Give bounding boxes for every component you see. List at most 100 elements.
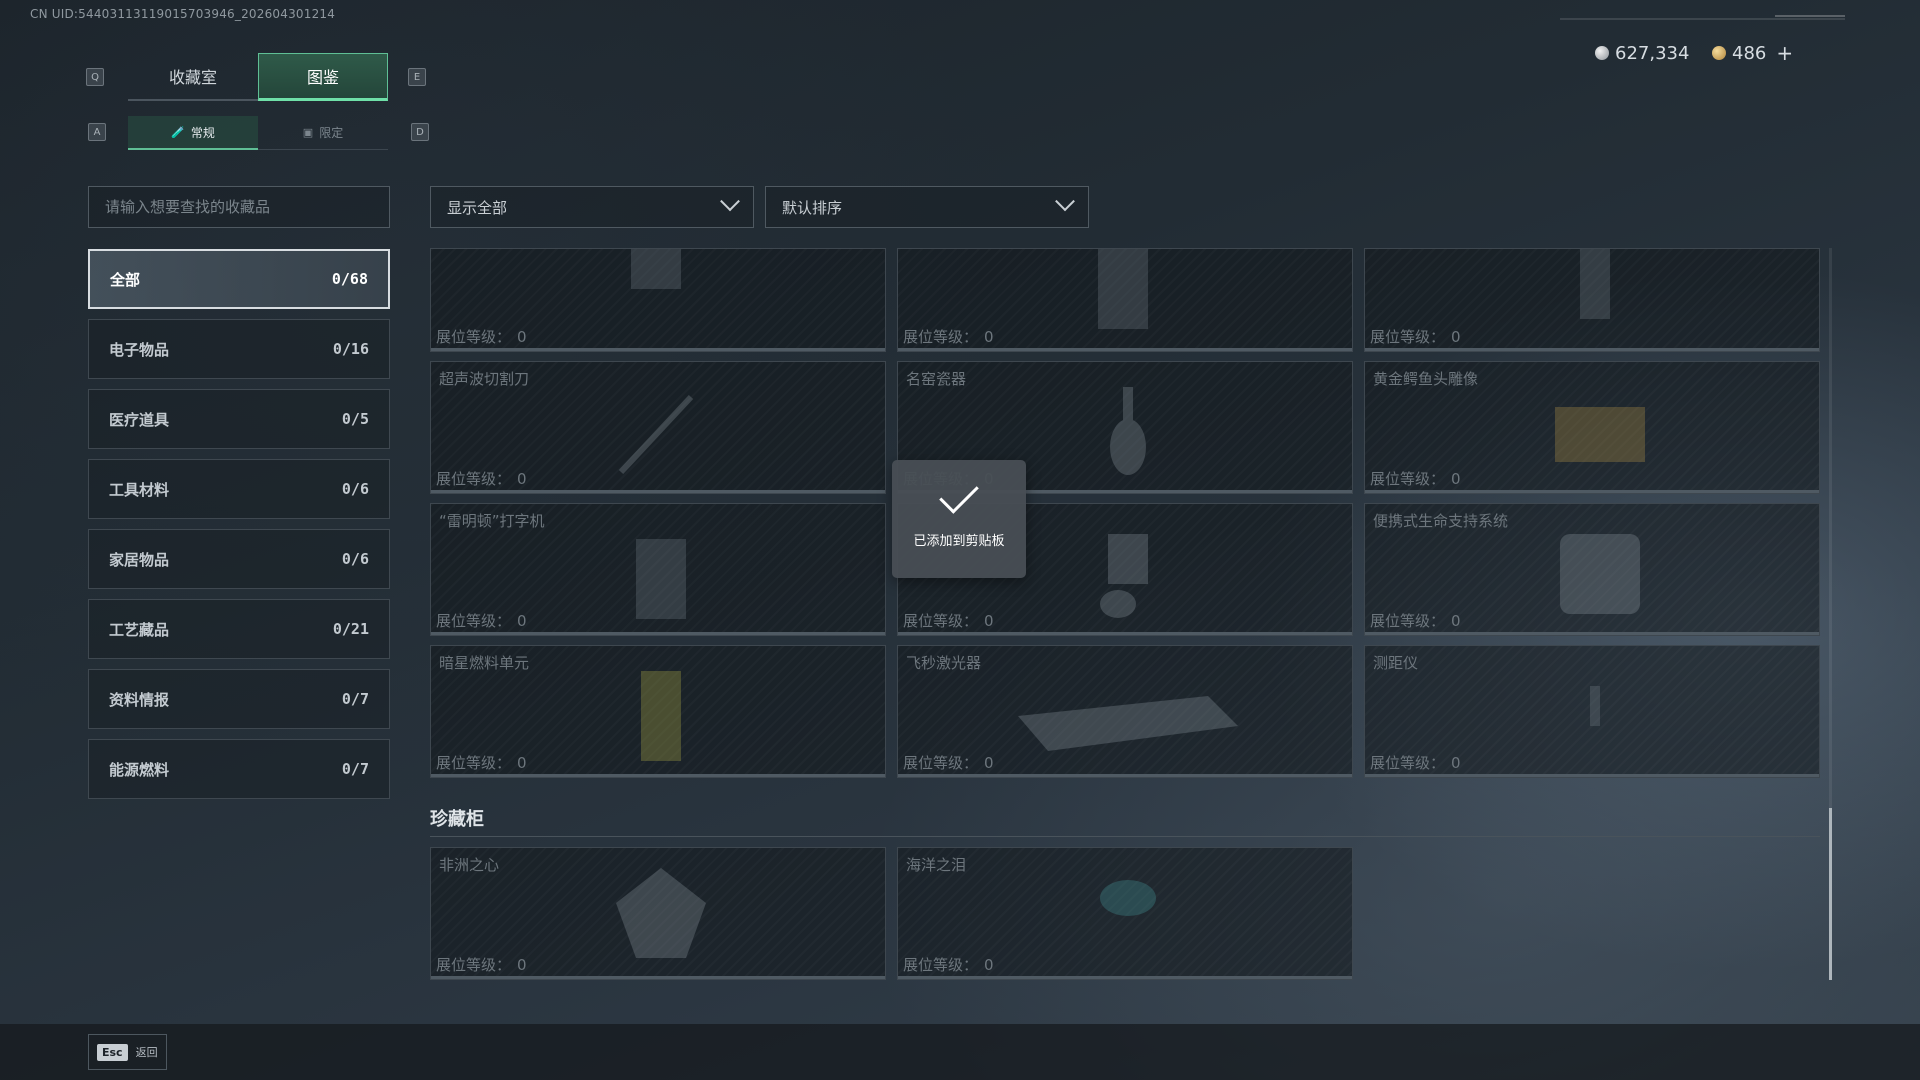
collection-card[interactable]: 展位等级： 0 [430,248,886,352]
card-name: 名窑瓷器 [906,370,967,388]
card-level: 展位等级： 0 [436,326,527,347]
collection-card[interactable]: 测距仪 展位等级： 0 [1364,645,1820,778]
card-name: 便携式生命支持系统 [1373,512,1509,530]
level-label: 展位等级： [1370,470,1446,488]
card-name: 暗星燃料单元 [439,654,530,672]
category-list: 全部 0/68 电子物品 0/16 医疗道具 0/5 工具材料 0/6 家居物品… [88,249,390,809]
category-count: 0/7 [341,690,369,708]
collection-card[interactable]: “雷明顿”打字机 展位等级： 0 [430,503,886,636]
key-hint-d: D [411,123,429,141]
flask-icon: 🧪 [171,125,185,139]
tab-limited-label: 限定 [319,126,344,140]
category-count: 0/21 [332,620,369,638]
level-value: 0 [1451,470,1461,488]
category-tools[interactable]: 工具材料 0/6 [88,459,390,519]
category-intel[interactable]: 资料情报 0/7 [88,669,390,729]
category-label: 能源燃料 [109,760,170,779]
card-level: 展位等级： 0 [1370,468,1461,489]
level-label: 展位等级： [903,612,979,630]
collection-card[interactable]: 展位等级： 0 [897,248,1353,352]
box-icon: ▣ [302,126,314,139]
level-value: 0 [984,754,994,772]
sort-value: 默认排序 [782,198,843,217]
collection-card[interactable]: 海洋之泪 展位等级： 0 [897,847,1353,980]
item-artwork [641,671,681,761]
collection-card[interactable]: 便携式生命支持系统 展位等级： 0 [1364,503,1820,636]
category-label: 资料情报 [109,690,170,709]
level-label: 展位等级： [436,754,512,772]
tab-collection-room[interactable]: 收藏室 [128,53,258,101]
category-electronics[interactable]: 电子物品 0/16 [88,319,390,379]
scrollbar-thumb[interactable] [1829,808,1832,980]
sort-dropdown[interactable]: 默认排序 [765,186,1089,228]
item-artwork [1018,696,1238,751]
item-artwork [616,868,706,958]
add-currency-button[interactable]: + [1776,41,1793,65]
card-name: “雷明顿”打字机 [439,512,545,530]
checkmark-icon [939,473,979,514]
chevron-down-icon [720,191,740,212]
collection-card[interactable]: 飞秒激光器 展位等级： 0 [897,645,1353,778]
item-artwork [618,394,694,475]
category-medical[interactable]: 医疗道具 0/5 [88,389,390,449]
collection-card[interactable]: 展位等级： 0 [1364,248,1820,352]
back-button[interactable]: Esc 返回 [88,1034,167,1070]
toast-message: 已添加到剪贴板 [913,533,1005,549]
category-crafts[interactable]: 工艺藏品 0/21 [88,599,390,659]
card-level: 展位等级： 0 [436,752,527,773]
collection-card[interactable]: 非洲之心 展位等级： 0 [430,847,886,980]
card-bar [1365,632,1819,635]
card-bar [431,774,885,777]
item-artwork [1555,407,1645,462]
level-value: 0 [517,754,527,772]
filter-dropdown[interactable]: 显示全部 [430,186,754,228]
clipboard-toast: 已添加到剪贴板 [892,460,1026,578]
level-value: 0 [517,470,527,488]
level-value: 0 [1451,328,1461,346]
category-count: 0/6 [341,480,369,498]
card-bar [1365,490,1819,493]
level-value: 0 [984,612,994,630]
tab-catalog[interactable]: 图鉴 [258,53,388,101]
item-artwork [1590,686,1600,726]
category-count: 0/6 [341,550,369,568]
esc-key-hint: Esc [97,1043,128,1061]
key-hint-a: A [88,123,106,141]
category-label: 全部 [110,270,141,289]
collection-card[interactable]: 暗星燃料单元 展位等级： 0 [430,645,886,778]
category-all[interactable]: 全部 0/68 [88,249,390,309]
level-value: 0 [984,956,994,974]
tab-limited[interactable]: ▣ 限定 [258,116,388,150]
gold-amount: 486 [1732,42,1767,64]
card-bar [898,976,1352,979]
level-label: 展位等级： [436,612,512,630]
level-label: 展位等级： [436,956,512,974]
collection-grid: 展位等级： 0 展位等级： 0 展位等级： 0 超声波切割刀 展位等级： 0 名窑瓷器 … [430,248,1820,980]
item-artwork [636,539,686,619]
card-bar [431,632,885,635]
category-household[interactable]: 家居物品 0/6 [88,529,390,589]
card-level: 展位等级： 0 [903,610,994,631]
card-level: 展位等级： 0 [903,752,994,773]
gold-coin-icon [1712,46,1726,60]
level-label: 展位等级： [1370,328,1446,346]
silver-currency: 627,334 [1595,41,1689,65]
card-name: 测距仪 [1373,654,1419,672]
card-name: 黄金鳄鱼头雕像 [1373,370,1479,388]
level-label: 展位等级： [903,328,979,346]
level-label: 展位等级： [436,470,512,488]
level-label: 展位等级： [436,328,512,346]
category-label: 医疗道具 [109,410,170,429]
category-label: 电子物品 [109,340,170,359]
collection-card[interactable]: 超声波切割刀 展位等级： 0 [430,361,886,494]
key-hint-e: E [408,68,426,86]
item-artwork [1110,387,1146,475]
card-bar [431,976,885,979]
tab-regular[interactable]: 🧪 常规 [128,116,258,150]
category-label: 工艺藏品 [109,620,170,639]
card-level: 展位等级： 0 [903,326,994,347]
card-level: 展位等级： 0 [1370,752,1461,773]
search-input[interactable] [88,186,390,228]
category-fuel[interactable]: 能源燃料 0/7 [88,739,390,799]
collection-card[interactable]: 黄金鳄鱼头雕像 展位等级： 0 [1364,361,1820,494]
